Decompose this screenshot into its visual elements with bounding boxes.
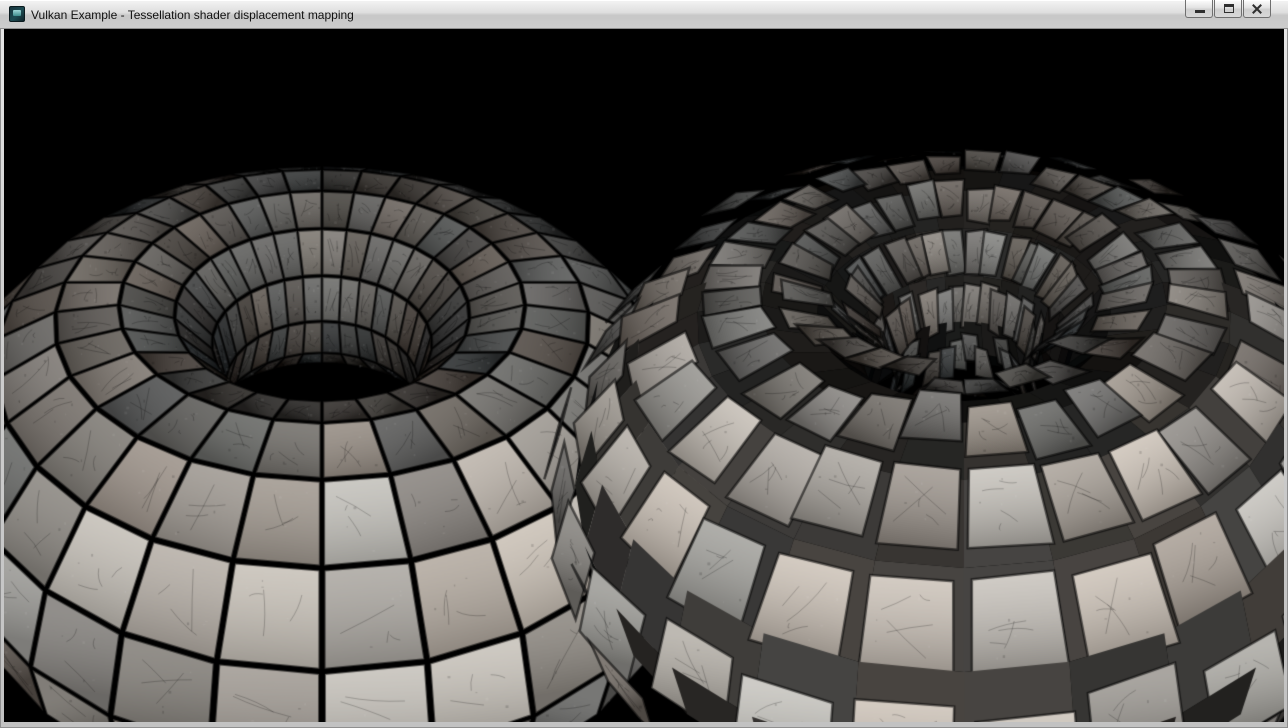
app-icon[interactable] bbox=[9, 6, 25, 22]
maximize-button[interactable] bbox=[1214, 0, 1242, 18]
minimize-button[interactable] bbox=[1185, 0, 1213, 18]
minimize-icon bbox=[1195, 10, 1205, 13]
maximize-icon bbox=[1224, 4, 1234, 13]
window-title: Vulkan Example - Tessellation shader dis… bbox=[31, 7, 354, 22]
render-viewport[interactable] bbox=[4, 29, 1284, 722]
window-controls bbox=[1184, 0, 1271, 18]
close-button[interactable] bbox=[1243, 0, 1271, 18]
vulkan-render-canvas[interactable] bbox=[4, 29, 1284, 722]
app-window: Vulkan Example - Tessellation shader dis… bbox=[0, 0, 1288, 728]
close-icon bbox=[1251, 3, 1263, 15]
titlebar[interactable]: Vulkan Example - Tessellation shader dis… bbox=[0, 0, 1288, 29]
